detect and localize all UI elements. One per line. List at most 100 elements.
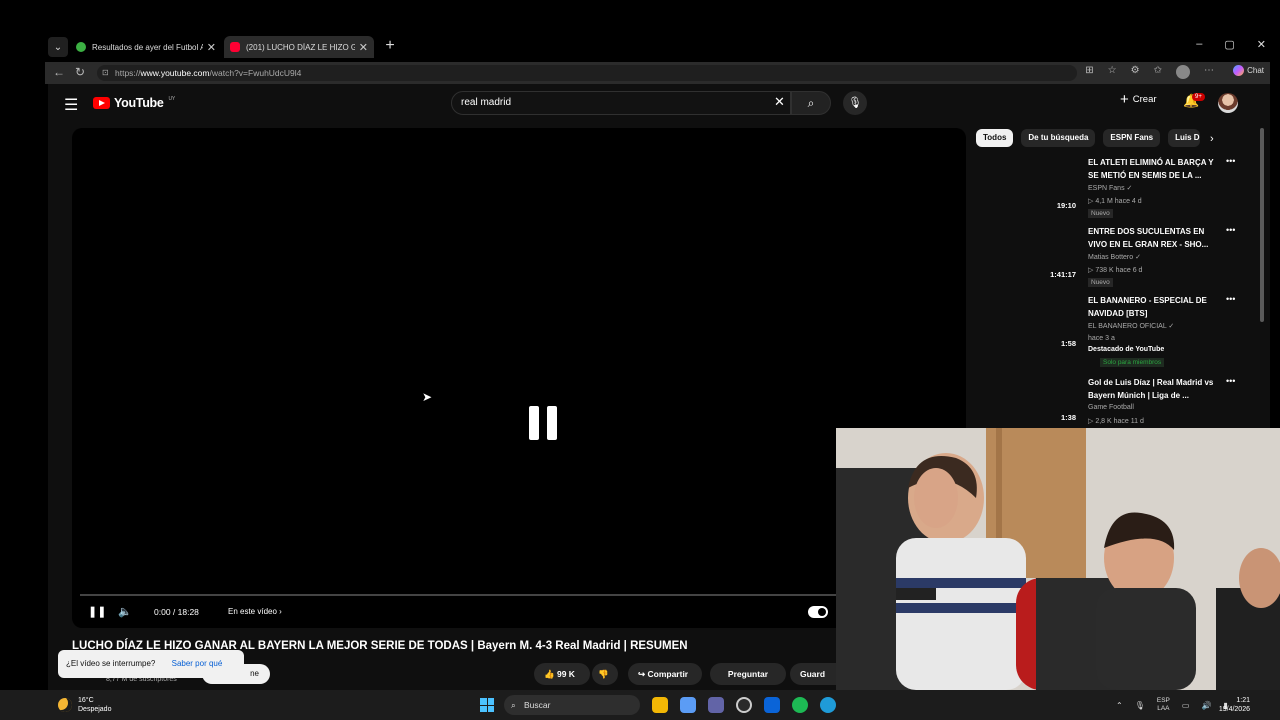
rec-title[interactable]: Gol de Luis Díaz | Real Madrid vs Bayern… [1088, 376, 1216, 402]
video-thumbnail[interactable]: 19:10 [980, 156, 1080, 214]
chip-from-search[interactable]: De tu búsqueda [1021, 129, 1096, 147]
search-button[interactable]: ⌕ [791, 91, 831, 115]
spotify-icon[interactable] [792, 697, 808, 713]
youtube-header: ☰ YouTube UY real madrid ✕ ⌕ 🎙 + Crear 🔔… [48, 84, 1270, 124]
app-available-icon[interactable]: ⊞ [1085, 65, 1093, 79]
favorite-star-icon[interactable]: ☆ [1108, 65, 1117, 79]
video-thumbnail[interactable]: 1:58 [980, 294, 1080, 352]
back-icon[interactable]: ← [53, 65, 65, 79]
tab-youtube[interactable]: (201) LUCHO DÍAZ LE HIZO GANAR AL BAYERN… [224, 36, 374, 58]
taskbar-clock[interactable]: 1:21 19/4/2026 [1219, 696, 1250, 714]
rec-channel[interactable]: Matias Bottero ✓ [1088, 253, 1141, 261]
favorites-icon[interactable]: ✩ [1154, 65, 1162, 79]
file-explorer-icon[interactable] [652, 697, 668, 713]
volume-icon[interactable]: 🔈 [118, 605, 132, 618]
chapters-button[interactable]: En este vídeo › [228, 607, 282, 616]
edge-icon[interactable] [820, 697, 836, 713]
tab-list-button[interactable]: ⌄ [48, 37, 68, 57]
copilot-chat-button[interactable]: Chat [1233, 65, 1264, 76]
voice-search-button[interactable]: 🎙 [843, 91, 867, 115]
logo-text: YouTube [114, 96, 164, 110]
notifications-badge: 9+ [1192, 93, 1205, 101]
like-button[interactable]: 👍 99 K [534, 663, 590, 685]
more-actions-icon[interactable]: ••• [1226, 156, 1235, 166]
microphone-icon[interactable]: 🎙 [1135, 701, 1145, 710]
start-button[interactable] [480, 698, 494, 712]
rec-channel[interactable]: Game Football [1088, 404, 1134, 411]
chip-all[interactable]: Todos [976, 129, 1014, 147]
chevron-right-icon[interactable]: › [1210, 133, 1214, 145]
webcam-image [836, 428, 1280, 690]
rec-title[interactable]: EL ATLETI ELIMINÓ AL BARÇA Y SE METIÓ EN… [1088, 156, 1216, 182]
weather-widget[interactable]: 16°C Despejado [58, 696, 111, 714]
youtube-logo[interactable]: YouTube UY [93, 96, 175, 110]
recommended-video[interactable]: 1:58 EL BANANERO - ESPECIAL DE NAVIDAD [… [980, 294, 1250, 367]
rec-channel[interactable]: EL BANANERO OFICIAL ✓ [1088, 322, 1174, 330]
copilot-icon[interactable] [680, 697, 696, 713]
language-indicator[interactable]: ESP LAA [1157, 697, 1170, 713]
share-button[interactable]: ↪ Compartir [628, 663, 702, 685]
plus-icon: + [1120, 90, 1129, 108]
thumbs-down-icon: 👎 [598, 669, 609, 679]
maximize-button[interactable]: ▢ [1224, 38, 1234, 51]
new-tab-button[interactable]: + [380, 36, 400, 56]
progress-bar[interactable] [80, 594, 958, 596]
pause-button[interactable]: ❚❚ [88, 605, 106, 618]
video-thumbnail[interactable]: 1:38 [980, 376, 1080, 426]
address-bar-row: ← ↻ ⊡ https://www.youtube.com/watch?v=Fw… [45, 62, 1270, 84]
rec-meta: hace 3 a [1088, 335, 1115, 342]
clear-search-icon[interactable]: ✕ [774, 94, 785, 110]
reload-icon[interactable]: ↻ [75, 65, 85, 79]
recommended-video[interactable]: 1:41:17 ENTRE DOS SUCULENTAS EN VIVO EN … [980, 225, 1250, 293]
network-icon[interactable]: ▭ [1182, 701, 1190, 710]
recommended-video[interactable]: 1:38 Gol de Luis Díaz | Real Madrid vs B… [980, 376, 1250, 426]
site-info-icon[interactable]: ⊡ [102, 65, 109, 81]
more-actions-icon[interactable]: ••• [1226, 294, 1235, 304]
scrollbar[interactable] [1260, 128, 1264, 322]
ask-button[interactable]: Preguntar [710, 663, 786, 685]
github-icon[interactable] [736, 697, 752, 713]
extensions-icon[interactable]: ⚙ [1131, 65, 1140, 79]
rec-title[interactable]: ENTRE DOS SUCULENTAS EN VIVO EN EL GRAN … [1088, 225, 1216, 251]
video-player[interactable]: ➤ ❚❚ 🔈 0:00 / 18:28 En este vídeo › [72, 128, 966, 628]
duration: 1:41:17 [1050, 270, 1076, 279]
tab-title: Resultados de ayer del Futbol Argentino [92, 42, 203, 52]
tab-futbol[interactable]: Resultados de ayer del Futbol Argentino … [70, 36, 222, 58]
learn-why-link[interactable]: Saber por qué [172, 659, 223, 668]
minimize-button[interactable]: – [1196, 38, 1202, 51]
windows-taskbar: 16°C Despejado ⌕ Buscar ⌃ 🎙 ESP LAA ▭ 🔊 ▮ … [0, 690, 1280, 720]
recommended-video[interactable]: 19:10 EL ATLETI ELIMINÓ AL BARÇA Y SE ME… [980, 156, 1250, 224]
profile-avatar[interactable] [1176, 65, 1190, 79]
share-icon: ↪ [638, 669, 646, 679]
search-input[interactable]: real madrid [451, 91, 791, 115]
close-tab-icon[interactable]: ✕ [207, 41, 216, 54]
chip-luis-diaz[interactable]: Luis D [1168, 129, 1201, 147]
rec-channel[interactable]: ESPN Fans ✓ [1088, 184, 1132, 192]
taskbar-search[interactable]: ⌕ Buscar [504, 695, 640, 715]
volume-icon[interactable]: 🔊 [1201, 701, 1211, 710]
close-window-button[interactable]: ✕ [1257, 38, 1266, 51]
filter-chips: Todos De tu búsqueda ESPN Fans Luis D [976, 129, 1201, 147]
dislike-button[interactable]: 👎 [592, 663, 618, 685]
url-field[interactable]: ⊡ https://www.youtube.com/watch?v=FwuhUd… [97, 65, 1077, 81]
featured-label: Destacado de YouTube [1088, 346, 1165, 353]
pinned-apps [652, 697, 836, 713]
account-avatar[interactable] [1218, 93, 1238, 113]
autoplay-toggle[interactable] [808, 606, 828, 618]
like-count: 99 K [556, 669, 575, 679]
video-thumbnail[interactable]: 1:41:17 [980, 225, 1080, 283]
rec-title[interactable]: EL BANANERO - ESPECIAL DE NAVIDAD [BTS] [1088, 294, 1216, 320]
menu-icon[interactable]: ☰ [64, 95, 78, 115]
more-actions-icon[interactable]: ••• [1226, 225, 1235, 235]
more-menu-icon[interactable]: ⋯ [1204, 65, 1214, 79]
close-tab-icon[interactable]: ✕ [359, 41, 368, 54]
chip-espn-fans[interactable]: ESPN Fans [1103, 129, 1161, 147]
create-button[interactable]: + Crear [1120, 90, 1157, 108]
more-actions-icon[interactable]: ••• [1226, 376, 1235, 386]
mail-icon[interactable] [764, 697, 780, 713]
teams-icon[interactable] [708, 697, 724, 713]
search-icon: ⌕ [807, 96, 815, 110]
screen: ⌄ Resultados de ayer del Futbol Argentin… [0, 0, 1280, 720]
chevron-up-icon[interactable]: ⌃ [1116, 701, 1123, 710]
members-only-badge: Solo para miembros [1100, 358, 1165, 367]
